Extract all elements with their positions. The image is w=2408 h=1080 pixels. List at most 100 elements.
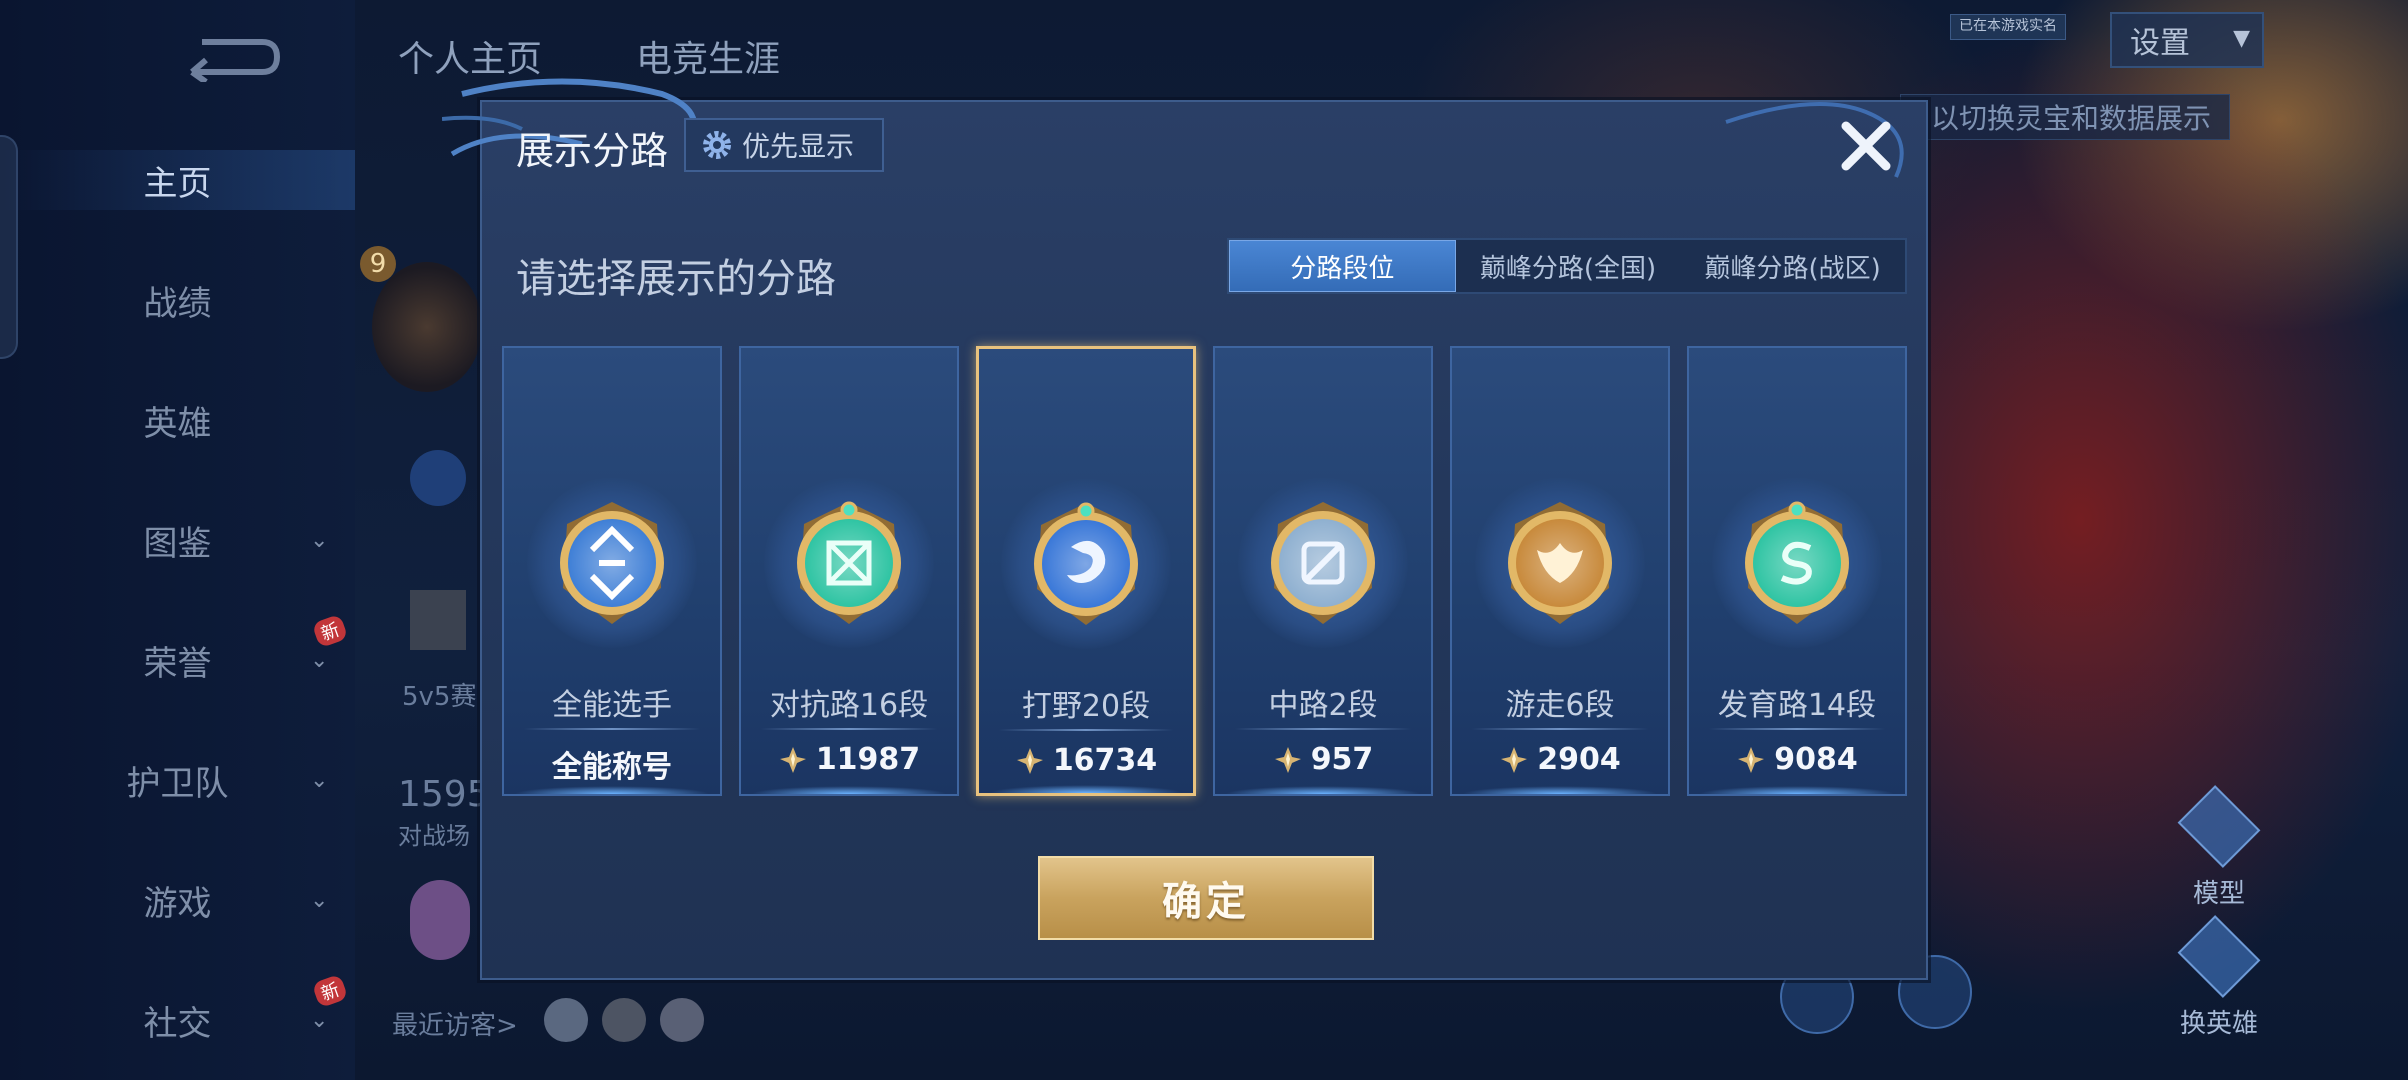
lane-rank-name: 打野20段: [1021, 689, 1151, 724]
lane-score: 9084: [1689, 742, 1905, 777]
close-icon[interactable]: [1836, 116, 1896, 176]
tab-1[interactable]: 巅峰分路(全国): [1456, 240, 1681, 292]
farm-lane-rank-icon: [1722, 488, 1872, 638]
sidebar-item[interactable]: 护卫队 ⌄: [0, 750, 355, 810]
sidebar-item[interactable]: 图鉴 ⌄: [0, 510, 355, 570]
lane-display-dialog: 展示分路 优先显示 请选择展示的分路 分路段位 巅峰分路(全国) 巅峰分路(战区) …: [442, 78, 1928, 980]
battle-count: 1595: [398, 774, 490, 815]
lane-score-value: 2904: [1537, 742, 1621, 777]
sidebar-item[interactable]: 社交 ⌄ 新: [0, 973, 355, 1050]
sidebar-item-label: 荣誉: [143, 643, 212, 684]
sidebar-item-label: 主页: [143, 163, 212, 204]
chevron-down-icon: ⌄: [310, 767, 329, 793]
sidebar-item-label: 图鉴: [143, 523, 212, 564]
pet-avatar: [410, 880, 470, 960]
visitor-avatar[interactable]: [660, 998, 704, 1042]
lane-score-value: 全能称号: [552, 750, 672, 785]
decor-swirl: [1725, 102, 1904, 178]
card-bottom-glow: [1699, 786, 1895, 794]
priority-display-button[interactable]: 优先显示: [684, 118, 884, 172]
card-bottom-glow: [1225, 786, 1421, 794]
tip-bar: 以切换灵宝和数据展示: [1900, 94, 2230, 140]
model-button[interactable]: 模型: [2164, 785, 2274, 910]
score-icon: [1499, 745, 1529, 775]
model-label: 模型: [2192, 879, 2245, 909]
lane-card[interactable]: 中路2段 957: [1213, 346, 1433, 796]
divider: [999, 729, 1173, 731]
sidebar-item[interactable]: 游戏 ⌄: [0, 870, 355, 930]
lane-rank-name: 中路2段: [1268, 688, 1378, 723]
chevron-down-icon: ▼: [2233, 26, 2250, 51]
switch-hero-button[interactable]: 换英雄: [2164, 915, 2274, 1040]
sidebar-item-label: 游戏: [143, 883, 212, 924]
back-arrow-icon[interactable]: [182, 32, 282, 82]
emblem-badge: [410, 450, 466, 506]
priority-display-label: 优先显示: [742, 130, 855, 163]
sidebar-item[interactable]: 主页: [0, 150, 355, 210]
settings-button[interactable]: 设置 ▼: [2110, 12, 2264, 68]
mode-text: 5v5赛: [402, 682, 477, 712]
recent-visitors-link[interactable]: 最近访客>: [392, 1005, 518, 1042]
divider: [761, 728, 937, 730]
trophy-icon: [410, 590, 466, 650]
card-bottom-glow: [514, 786, 710, 794]
card-bottom-glow: [989, 785, 1183, 793]
lane-rank-name: 全能选手: [552, 688, 672, 723]
dialog-title: 展示分路: [516, 129, 669, 173]
score-icon: [1736, 745, 1766, 775]
tab-0[interactable]: 分路段位: [1229, 240, 1456, 292]
card-bottom-glow: [1462, 786, 1658, 794]
sidebar-item[interactable]: 荣誉 ⌄ 新: [0, 613, 355, 690]
lane-rank-name: 发育路14段: [1717, 688, 1877, 723]
sidebar-item-label: 英雄: [143, 403, 212, 444]
divider: [1235, 728, 1411, 730]
avatar[interactable]: [372, 262, 482, 392]
visitor-avatar[interactable]: [602, 998, 646, 1042]
tab-group: 分路段位 巅峰分路(全国) 巅峰分路(战区): [1227, 238, 1907, 294]
lane-score-value: 11987: [815, 742, 921, 777]
clash-lane-rank-icon: [774, 488, 924, 638]
lane-card-list: 全能选手 全能称号 对抗路16段 11987 打野20段 16734 中路2段 957 游走6段…: [502, 346, 1912, 796]
roam-rank-icon: [1485, 488, 1635, 638]
sidebar-item-label: 护卫队: [126, 763, 229, 804]
settings-label: 设置: [2130, 26, 2190, 61]
lane-score: 全能称号: [504, 742, 720, 786]
tab-2[interactable]: 巅峰分路(战区): [1680, 240, 1905, 292]
lane-card[interactable]: 打野20段 16734: [976, 346, 1196, 796]
chevron-down-icon: ⌄: [310, 1007, 329, 1033]
lane-card[interactable]: 对抗路16段 11987: [739, 346, 959, 796]
lane-score: 16734: [979, 743, 1193, 778]
new-badge: 新: [311, 973, 349, 1009]
sidebar: 主页 战绩 英雄 图鉴 ⌄ 荣誉 ⌄ 新护卫队 ⌄ 游戏 ⌄ 社交 ⌄ 新: [0, 0, 355, 1080]
new-badge: 新: [311, 613, 349, 649]
sidebar-item-label: 社交: [143, 1003, 212, 1044]
jungle-rank-icon: [1011, 489, 1161, 639]
divider: [1709, 728, 1885, 730]
lane-score: 957: [1215, 742, 1431, 777]
sidebar-item[interactable]: 英雄: [0, 390, 355, 450]
lane-score: 2904: [1452, 742, 1668, 777]
divider: [524, 728, 700, 730]
lane-rank-name: 对抗路16段: [769, 688, 929, 723]
lane-card[interactable]: 发育路14段 9084: [1687, 346, 1907, 796]
chevron-down-icon: ⌄: [310, 527, 329, 553]
lane-rank-name: 游走6段: [1505, 688, 1615, 723]
chevron-down-icon: ⌄: [310, 647, 329, 673]
lane-score-value: 16734: [1052, 743, 1158, 778]
card-bottom-glow: [751, 786, 947, 794]
lane-card[interactable]: 游走6段 2904: [1450, 346, 1670, 796]
chevron-down-icon: ⌄: [310, 887, 329, 913]
mid-lane-rank-icon: [1248, 488, 1398, 638]
score-icon: [778, 745, 808, 775]
gear-icon: [703, 131, 731, 159]
score-icon: [1273, 745, 1303, 775]
lane-card[interactable]: 全能选手 全能称号: [502, 346, 722, 796]
all-round-rank-icon: [537, 488, 687, 638]
score-icon: [1015, 746, 1045, 776]
sidebar-item[interactable]: 战绩: [0, 270, 355, 330]
confirm-button[interactable]: 确定: [1038, 856, 1374, 940]
lane-score: 11987: [741, 742, 957, 777]
sidebar-item-label: 战绩: [143, 283, 212, 324]
divider: [1472, 728, 1648, 730]
visitor-avatar[interactable]: [544, 998, 588, 1042]
